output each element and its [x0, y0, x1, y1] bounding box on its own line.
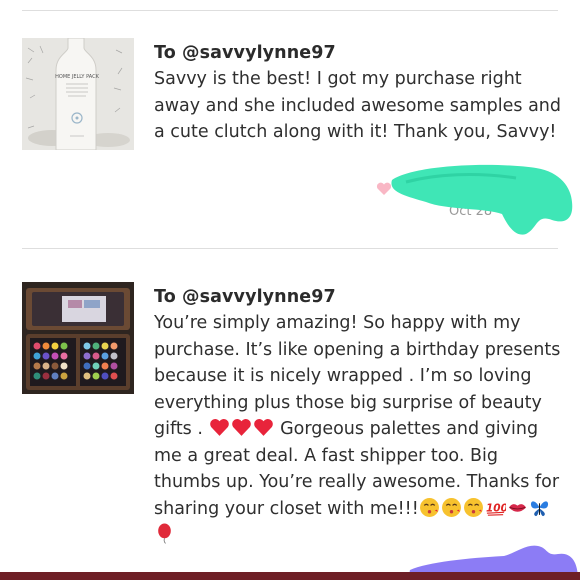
- review-thumbnail[interactable]: HOME JELLY PACK: [22, 38, 134, 150]
- 100-emoji: 100: [486, 502, 506, 516]
- review-recipient[interactable]: To @savvylynne97: [154, 287, 336, 307]
- kiss-emoji: [463, 497, 483, 517]
- jelly-pack-bottle-image: HOME JELLY PACK: [22, 38, 134, 150]
- kiss-emoji: [441, 497, 461, 517]
- makeup-palette-image: [22, 282, 134, 394]
- heart-emoji: [209, 418, 229, 436]
- top-divider: [22, 10, 558, 11]
- review-message: Savvy is the best! I got my purchase rig…: [154, 69, 562, 142]
- balloon-emoji: [158, 523, 171, 544]
- kiss-emoji: [419, 497, 439, 517]
- heart-emoji: [253, 418, 273, 436]
- review-thumbnail[interactable]: [22, 282, 134, 394]
- bottom-bar: [0, 572, 580, 580]
- review-recipient[interactable]: To @savvylynne97: [154, 43, 336, 63]
- heart-emoji: [231, 418, 251, 436]
- review-message: You’re simply amazing! So happy with my …: [154, 310, 569, 549]
- review-divider: [22, 248, 558, 249]
- butterfly-emoji: [530, 500, 548, 516]
- svg-text:HOME JELLY PACK: HOME JELLY PACK: [55, 74, 99, 80]
- redaction-scribble: [391, 164, 573, 235]
- lips-emoji: [508, 503, 526, 512]
